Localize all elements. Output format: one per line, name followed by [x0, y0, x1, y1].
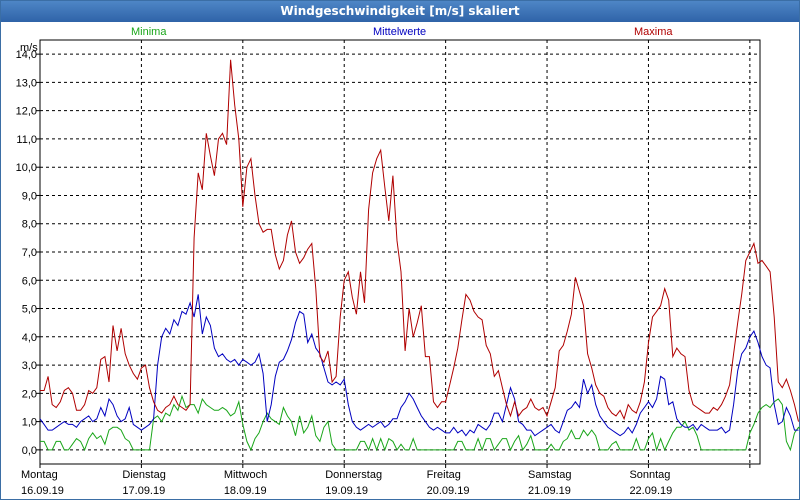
- y-tick-label: 10,0: [16, 162, 37, 174]
- x-tick-date-label: 20.09.19: [427, 485, 470, 497]
- y-tick-label: 4,0: [22, 332, 37, 344]
- y-tick-label: 0,0: [22, 445, 37, 457]
- x-tick-day-label: Samstag: [528, 469, 571, 481]
- y-tick-label: 6,0: [22, 275, 37, 287]
- x-tick-date-label: 21.09.19: [528, 485, 571, 497]
- x-tick-date-label: 16.09.19: [21, 485, 64, 497]
- y-tick-label: 9,0: [22, 190, 37, 202]
- series-maxima-line: [40, 59, 799, 422]
- x-tick-day-label: Freitag: [427, 469, 461, 481]
- x-tick-day-label: Dienstag: [122, 469, 165, 481]
- x-tick-date-label: 17.09.19: [122, 485, 165, 497]
- chart-area: 0,0 1,0 2,0 3,0 4,0 5,0 6,0 7,0 8,0 9,0 10,0 11,0 12…: [16, 39, 800, 497]
- x-tick-date-label: 18.09.19: [224, 485, 267, 497]
- y-tick-label: 14,0: [16, 49, 37, 61]
- x-tick-date-label: 22.09.19: [629, 485, 672, 497]
- series-minima-line: [40, 394, 800, 452]
- y-tick-label: 5,0: [22, 304, 37, 316]
- y-tick-label: 3,0: [22, 360, 37, 372]
- x-tick-day-label: Montag: [21, 469, 58, 481]
- y-tick-label: 2,0: [22, 388, 37, 400]
- y-tick-label: 11,0: [16, 134, 37, 146]
- x-tick-day-label: Donnerstag: [325, 469, 382, 481]
- y-tick-label: 1,0: [22, 417, 37, 429]
- y-tick-label: 13,0: [16, 77, 37, 89]
- x-tick-day-label: Sonntag: [629, 469, 670, 481]
- y-tick-label: 12,0: [16, 106, 37, 118]
- x-tick-day-label: Mittwoch: [224, 469, 267, 481]
- y-tick-label: 8,0: [22, 219, 37, 231]
- x-tick-date-label: 19.09.19: [325, 485, 368, 497]
- y-tick-label: 7,0: [22, 247, 37, 259]
